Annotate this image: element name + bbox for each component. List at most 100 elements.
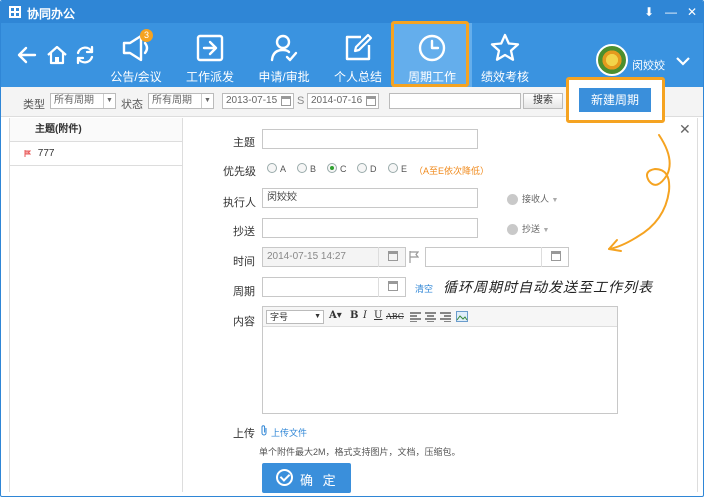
app-window: 协同办公 ⬇ — ✕ 公告/会议 工作派发 申请/审批 个人总结 周期工作 绩效… — [0, 0, 704, 497]
flag-icon — [24, 149, 31, 157]
assignee-input[interactable]: 闵姣姣 — [262, 188, 478, 208]
tool-label: 个人总结 — [333, 70, 382, 84]
star-icon — [490, 33, 520, 61]
priority-option-label: E — [401, 164, 408, 174]
annotation-arrow-icon — [608, 134, 671, 252]
upload-note: 单个附件最大2M，格式支持图片，文档，压缩包。 — [259, 447, 461, 457]
confirm-button[interactable]: 确 定 — [262, 463, 351, 493]
receiver-button[interactable]: 接收人 ▼ — [507, 192, 558, 206]
tool-summary[interactable]: 个人总结 — [318, 23, 398, 87]
italic-button[interactable]: I — [363, 310, 367, 321]
status-select-value: 所有周期 — [152, 95, 192, 106]
cc-input[interactable] — [262, 218, 478, 238]
editor-toolbar: 字号 ▼ A▾ B I U ABC — [263, 307, 617, 327]
status-select[interactable]: 所有周期 ▼ — [148, 93, 214, 109]
priority-label: 优先级 — [223, 166, 256, 178]
receiver-label: 接收人 — [522, 194, 550, 204]
confirm-button-label: 确 定 — [300, 473, 339, 488]
priority-radio-d[interactable] — [357, 163, 367, 173]
assignee-label: 执行人 — [223, 197, 256, 209]
tool-label: 工作派发 — [185, 70, 234, 84]
tool-label: 申请/审批 — [258, 70, 310, 84]
refresh-icon[interactable] — [73, 43, 97, 67]
search-input[interactable] — [389, 93, 521, 109]
calendar-icon[interactable] — [541, 247, 569, 267]
priority-option-label: A — [280, 164, 287, 174]
type-select[interactable]: 所有周期 ▼ — [50, 93, 116, 109]
edit-icon — [345, 33, 373, 61]
date-separator: S — [297, 95, 305, 107]
upload-file-link[interactable]: 上传文件 — [271, 426, 307, 439]
start-time-value: 2014-07-15 14:27 — [267, 251, 346, 262]
title-bar: 协同办公 ⬇ — ✕ — [1, 1, 703, 23]
active-tool-highlight — [391, 21, 469, 87]
chevron-down-icon: ▼ — [201, 94, 213, 108]
content-label: 内容 — [233, 316, 255, 328]
type-label: 类型 — [23, 99, 45, 111]
cycle-list: 主题(附件) 777 — [9, 118, 183, 492]
type-select-value: 所有周期 — [54, 95, 94, 106]
back-arrow-icon[interactable] — [15, 43, 39, 67]
tool-announcement[interactable]: 公告/会议 — [96, 23, 176, 87]
person-icon — [507, 194, 518, 206]
app-logo-icon — [9, 6, 21, 18]
clear-link[interactable]: 清空 — [415, 282, 433, 295]
strikethrough-button[interactable]: ABC — [386, 312, 404, 321]
person-icon — [507, 224, 518, 236]
close-window-button[interactable]: ✕ — [684, 4, 700, 20]
app-title: 协同办公 — [27, 7, 76, 21]
upload-label: 上传 — [233, 428, 255, 440]
status-label: 状态 — [121, 99, 143, 111]
date-to-input[interactable]: 2014-07-16 — [307, 93, 379, 109]
assignee-value: 闵姣姣 — [267, 192, 297, 203]
date-from-input[interactable]: 2013-07-15 — [222, 93, 294, 109]
subject-input[interactable] — [262, 129, 478, 149]
priority-option-label: C — [340, 164, 347, 174]
cc-label: 抄送 — [233, 226, 255, 238]
bold-button[interactable]: B — [350, 310, 358, 321]
priority-radio-e[interactable] — [388, 163, 398, 173]
export-icon — [196, 34, 224, 62]
align-right-icon[interactable] — [440, 312, 451, 322]
calendar-icon[interactable] — [378, 277, 406, 297]
minimize-button[interactable]: — — [663, 4, 679, 20]
align-center-icon[interactable] — [425, 312, 436, 322]
new-cycle-highlight: 新建周期 — [566, 77, 665, 123]
list-item[interactable]: 777 — [10, 142, 182, 166]
cc-button[interactable]: 抄送 ▼ — [507, 222, 549, 236]
cycle-label: 周期 — [233, 286, 255, 298]
chevron-down-icon: ▼ — [103, 94, 115, 108]
content-editor[interactable]: 字号 ▼ A▾ B I U ABC — [262, 306, 618, 414]
underline-button[interactable]: U — [374, 310, 382, 321]
person-check-icon — [270, 34, 298, 62]
time-label: 时间 — [233, 256, 255, 268]
tool-label: 公告/会议 — [110, 70, 162, 84]
annotation-text: 循环周期时自动发送至工作列表 — [443, 280, 653, 296]
notification-badge: 3 — [140, 29, 153, 42]
chevron-down-icon[interactable] — [676, 56, 690, 66]
avatar[interactable] — [596, 44, 628, 76]
calendar-icon[interactable] — [378, 247, 406, 267]
tool-performance[interactable]: 绩效考核 — [465, 23, 545, 87]
subject-label: 主题 — [233, 137, 255, 149]
search-button[interactable]: 搜索 — [523, 93, 563, 109]
check-circle-icon — [276, 469, 293, 486]
pin-icon[interactable]: ⬇ — [641, 4, 657, 20]
font-size-select[interactable]: 字号 ▼ — [266, 310, 324, 324]
right-border — [697, 118, 698, 492]
priority-radio-a[interactable] — [267, 163, 277, 173]
insert-image-icon[interactable] — [456, 311, 468, 322]
new-cycle-button[interactable]: 新建周期 — [579, 88, 651, 112]
priority-radio-c[interactable] — [327, 163, 337, 173]
paperclip-icon — [261, 425, 267, 436]
align-left-icon[interactable] — [410, 312, 421, 322]
username[interactable]: 闵姣姣 — [632, 57, 665, 73]
priority-option-label: D — [370, 164, 377, 174]
list-header: 主题(附件) — [10, 118, 182, 142]
date-from-value: 2013-07-15 — [226, 95, 278, 106]
font-color-button[interactable]: A▾ — [329, 310, 342, 321]
priority-radio-b[interactable] — [297, 163, 307, 173]
home-icon[interactable] — [45, 43, 69, 67]
tool-approval[interactable]: 申请/审批 — [244, 23, 324, 87]
tool-dispatch[interactable]: 工作派发 — [170, 23, 250, 87]
